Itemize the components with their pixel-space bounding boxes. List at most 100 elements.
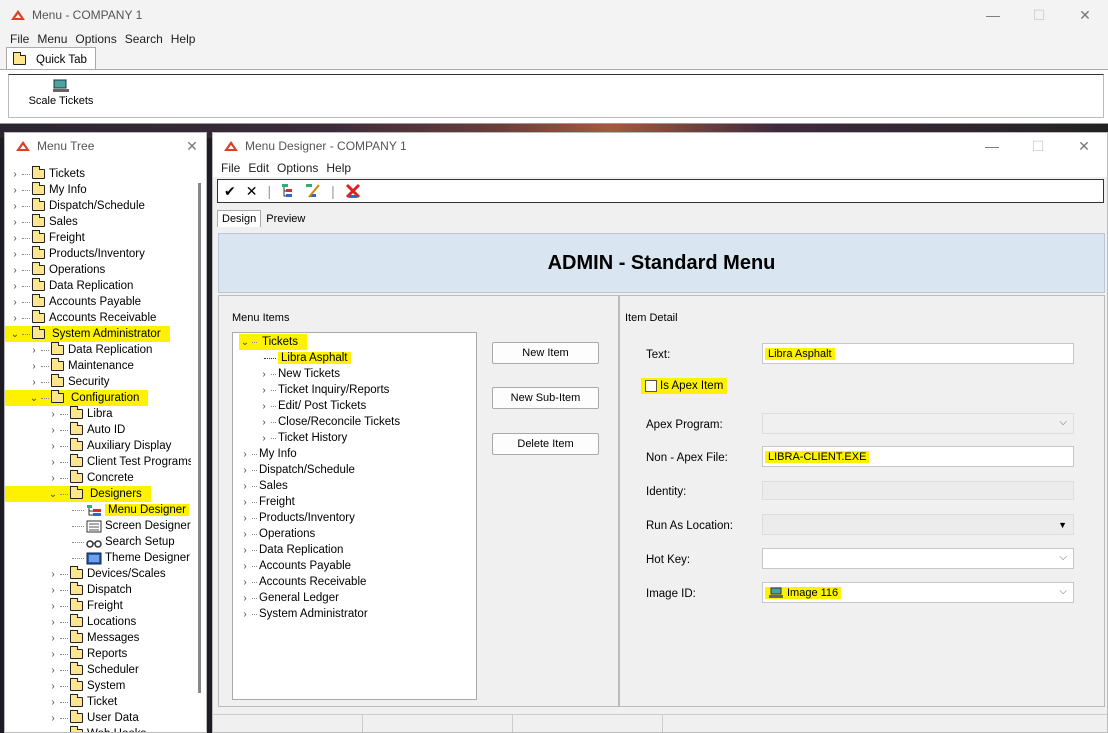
chevron-right-icon[interactable]: › <box>258 417 270 428</box>
chevron-right-icon[interactable]: › <box>258 385 270 396</box>
minimize-button[interactable]: — <box>970 7 1016 23</box>
chevron-down-icon[interactable]: ⌄ <box>28 393 40 404</box>
chevron-right-icon[interactable]: › <box>258 401 270 412</box>
checkbox-box[interactable] <box>645 380 657 392</box>
tree-item[interactable]: › Auto ID <box>47 422 125 438</box>
tree-item[interactable]: › Accounts Receivable <box>9 310 156 326</box>
is-apex-item-checkbox[interactable]: Is Apex Item <box>641 378 728 394</box>
menu-item-node[interactable]: ⌄ Tickets <box>239 334 307 350</box>
run-as-location-select[interactable]: ▼ <box>762 514 1074 535</box>
chevron-right-icon[interactable]: › <box>47 713 59 724</box>
chevron-right-icon[interactable]: › <box>28 377 40 388</box>
chevron-right-icon[interactable]: › <box>9 185 21 196</box>
tree-item[interactable]: Screen Designer <box>66 518 191 534</box>
menu-item-node[interactable]: › Accounts Receivable <box>239 574 366 590</box>
chevron-right-icon[interactable]: › <box>9 281 21 292</box>
tree-item[interactable]: › Freight <box>47 598 123 614</box>
tree-item[interactable]: › Dispatch/Schedule <box>9 198 145 214</box>
tree-item[interactable]: › Tickets <box>9 166 85 182</box>
menu-item-node[interactable]: › My Info <box>239 446 296 462</box>
menu-item-node[interactable]: › General Ledger <box>239 590 339 606</box>
menu-item-node[interactable]: › Close/Reconcile Tickets <box>258 414 400 430</box>
chevron-right-icon[interactable]: › <box>9 233 21 244</box>
menu-options[interactable]: Options <box>71 32 120 46</box>
menu-search[interactable]: Search <box>121 32 167 46</box>
chevron-right-icon[interactable]: › <box>239 481 251 492</box>
menu-item-node[interactable]: › Products/Inventory <box>239 510 355 526</box>
tree-item[interactable]: › Web Hooks <box>47 726 146 732</box>
tree-item[interactable]: › Data Replication <box>9 278 133 294</box>
close-button[interactable]: ✕ <box>178 138 206 155</box>
menu-item-node[interactable]: › Ticket History <box>258 430 347 446</box>
menu-item-node[interactable]: › Data Replication <box>239 542 343 558</box>
chevron-right-icon[interactable]: › <box>9 169 21 180</box>
chevron-right-icon[interactable]: › <box>9 297 21 308</box>
chevron-right-icon[interactable]: › <box>28 361 40 372</box>
new-item-button[interactable]: New Item <box>492 342 599 364</box>
tree-item[interactable]: › Reports <box>47 646 127 662</box>
tree-item[interactable]: › Accounts Payable <box>9 294 141 310</box>
menu-item-node[interactable]: Libra Asphalt <box>258 350 351 366</box>
menu-menu[interactable]: Menu <box>33 32 71 46</box>
chevron-right-icon[interactable]: › <box>47 425 59 436</box>
tab-design[interactable]: Design <box>217 210 262 227</box>
close-button[interactable]: ✕ <box>1062 7 1108 24</box>
chevron-right-icon[interactable]: › <box>9 265 21 276</box>
chevron-right-icon[interactable]: › <box>47 633 59 644</box>
delete-icon[interactable] <box>345 183 361 199</box>
chevron-right-icon[interactable]: › <box>47 585 59 596</box>
tree-item[interactable]: › User Data <box>47 710 139 726</box>
tree-item[interactable]: › Messages <box>47 630 139 646</box>
chevron-right-icon[interactable]: › <box>28 345 40 356</box>
hot-key-select[interactable]: ⌵ <box>762 548 1074 569</box>
menu-file[interactable]: File <box>6 32 33 46</box>
delete-item-button[interactable]: Delete Item <box>492 433 599 455</box>
main-titlebar[interactable]: Menu - COMPANY 1 — ☐ ✕ <box>0 0 1108 30</box>
chevron-right-icon[interactable]: › <box>47 681 59 692</box>
chevron-right-icon[interactable]: › <box>239 545 251 556</box>
chevron-right-icon[interactable]: › <box>258 433 270 444</box>
menu-item-node[interactable]: › Dispatch/Schedule <box>239 462 355 478</box>
chevron-right-icon[interactable]: › <box>239 497 251 508</box>
tree-item[interactable]: › Freight <box>9 230 85 246</box>
chevron-right-icon[interactable]: › <box>239 593 251 604</box>
chevron-right-icon[interactable]: › <box>9 313 21 324</box>
menu-item-node[interactable]: › Operations <box>239 526 315 542</box>
cancel-x-icon[interactable]: ✕ <box>246 183 258 200</box>
tree-item[interactable]: › Operations <box>9 262 105 278</box>
chevron-right-icon[interactable]: › <box>47 665 59 676</box>
maximize-button[interactable]: ☐ <box>1015 138 1061 155</box>
menu-item-node[interactable]: › Ticket Inquiry/Reports <box>258 382 389 398</box>
menu-edit[interactable]: Edit <box>244 161 273 175</box>
tree-item[interactable]: › Devices/Scales <box>47 566 166 582</box>
chevron-right-icon[interactable]: › <box>47 409 59 420</box>
tree-item[interactable]: › My Info <box>9 182 87 198</box>
image-id-select[interactable]: Image 116 ⌵ <box>762 582 1074 603</box>
scrollbar-thumb[interactable] <box>198 183 201 693</box>
tree-item[interactable]: › Libra <box>47 406 113 422</box>
non-apex-file-input[interactable]: LIBRA-CLIENT.EXE <box>762 446 1074 467</box>
tab-preview[interactable]: Preview <box>261 210 311 227</box>
chevron-right-icon[interactable]: › <box>9 201 21 212</box>
menu-tree-titlebar[interactable]: Menu Tree ✕ <box>5 133 206 159</box>
tab-quick-tab[interactable]: Quick Tab <box>6 47 96 69</box>
maximize-button[interactable]: ☐ <box>1016 7 1062 24</box>
new-sub-item-button[interactable]: New Sub-Item <box>492 387 599 409</box>
close-button[interactable]: ✕ <box>1061 138 1107 155</box>
tree-add-icon[interactable] <box>281 183 295 199</box>
chevron-right-icon[interactable]: › <box>239 577 251 588</box>
chevron-down-icon[interactable]: ⌄ <box>9 329 21 340</box>
tree-item[interactable]: › Locations <box>47 614 136 630</box>
tree-item[interactable]: ⌄ Configuration <box>5 390 149 406</box>
chevron-right-icon[interactable]: › <box>47 697 59 708</box>
minimize-button[interactable]: — <box>969 138 1015 154</box>
chevron-right-icon[interactable]: › <box>47 649 59 660</box>
designer-titlebar[interactable]: Menu Designer - COMPANY 1 — ☐ ✕ <box>213 133 1107 159</box>
tree-item[interactable]: › Client Test Programs <box>47 454 191 470</box>
chevron-right-icon[interactable]: › <box>239 513 251 524</box>
tree-item[interactable]: › Ticket <box>47 694 117 710</box>
tree-item[interactable]: › Auxiliary Display <box>47 438 171 454</box>
tree-edit-icon[interactable] <box>305 183 321 199</box>
tree-item[interactable]: › Sales <box>9 214 78 230</box>
chevron-right-icon[interactable]: › <box>47 729 59 733</box>
